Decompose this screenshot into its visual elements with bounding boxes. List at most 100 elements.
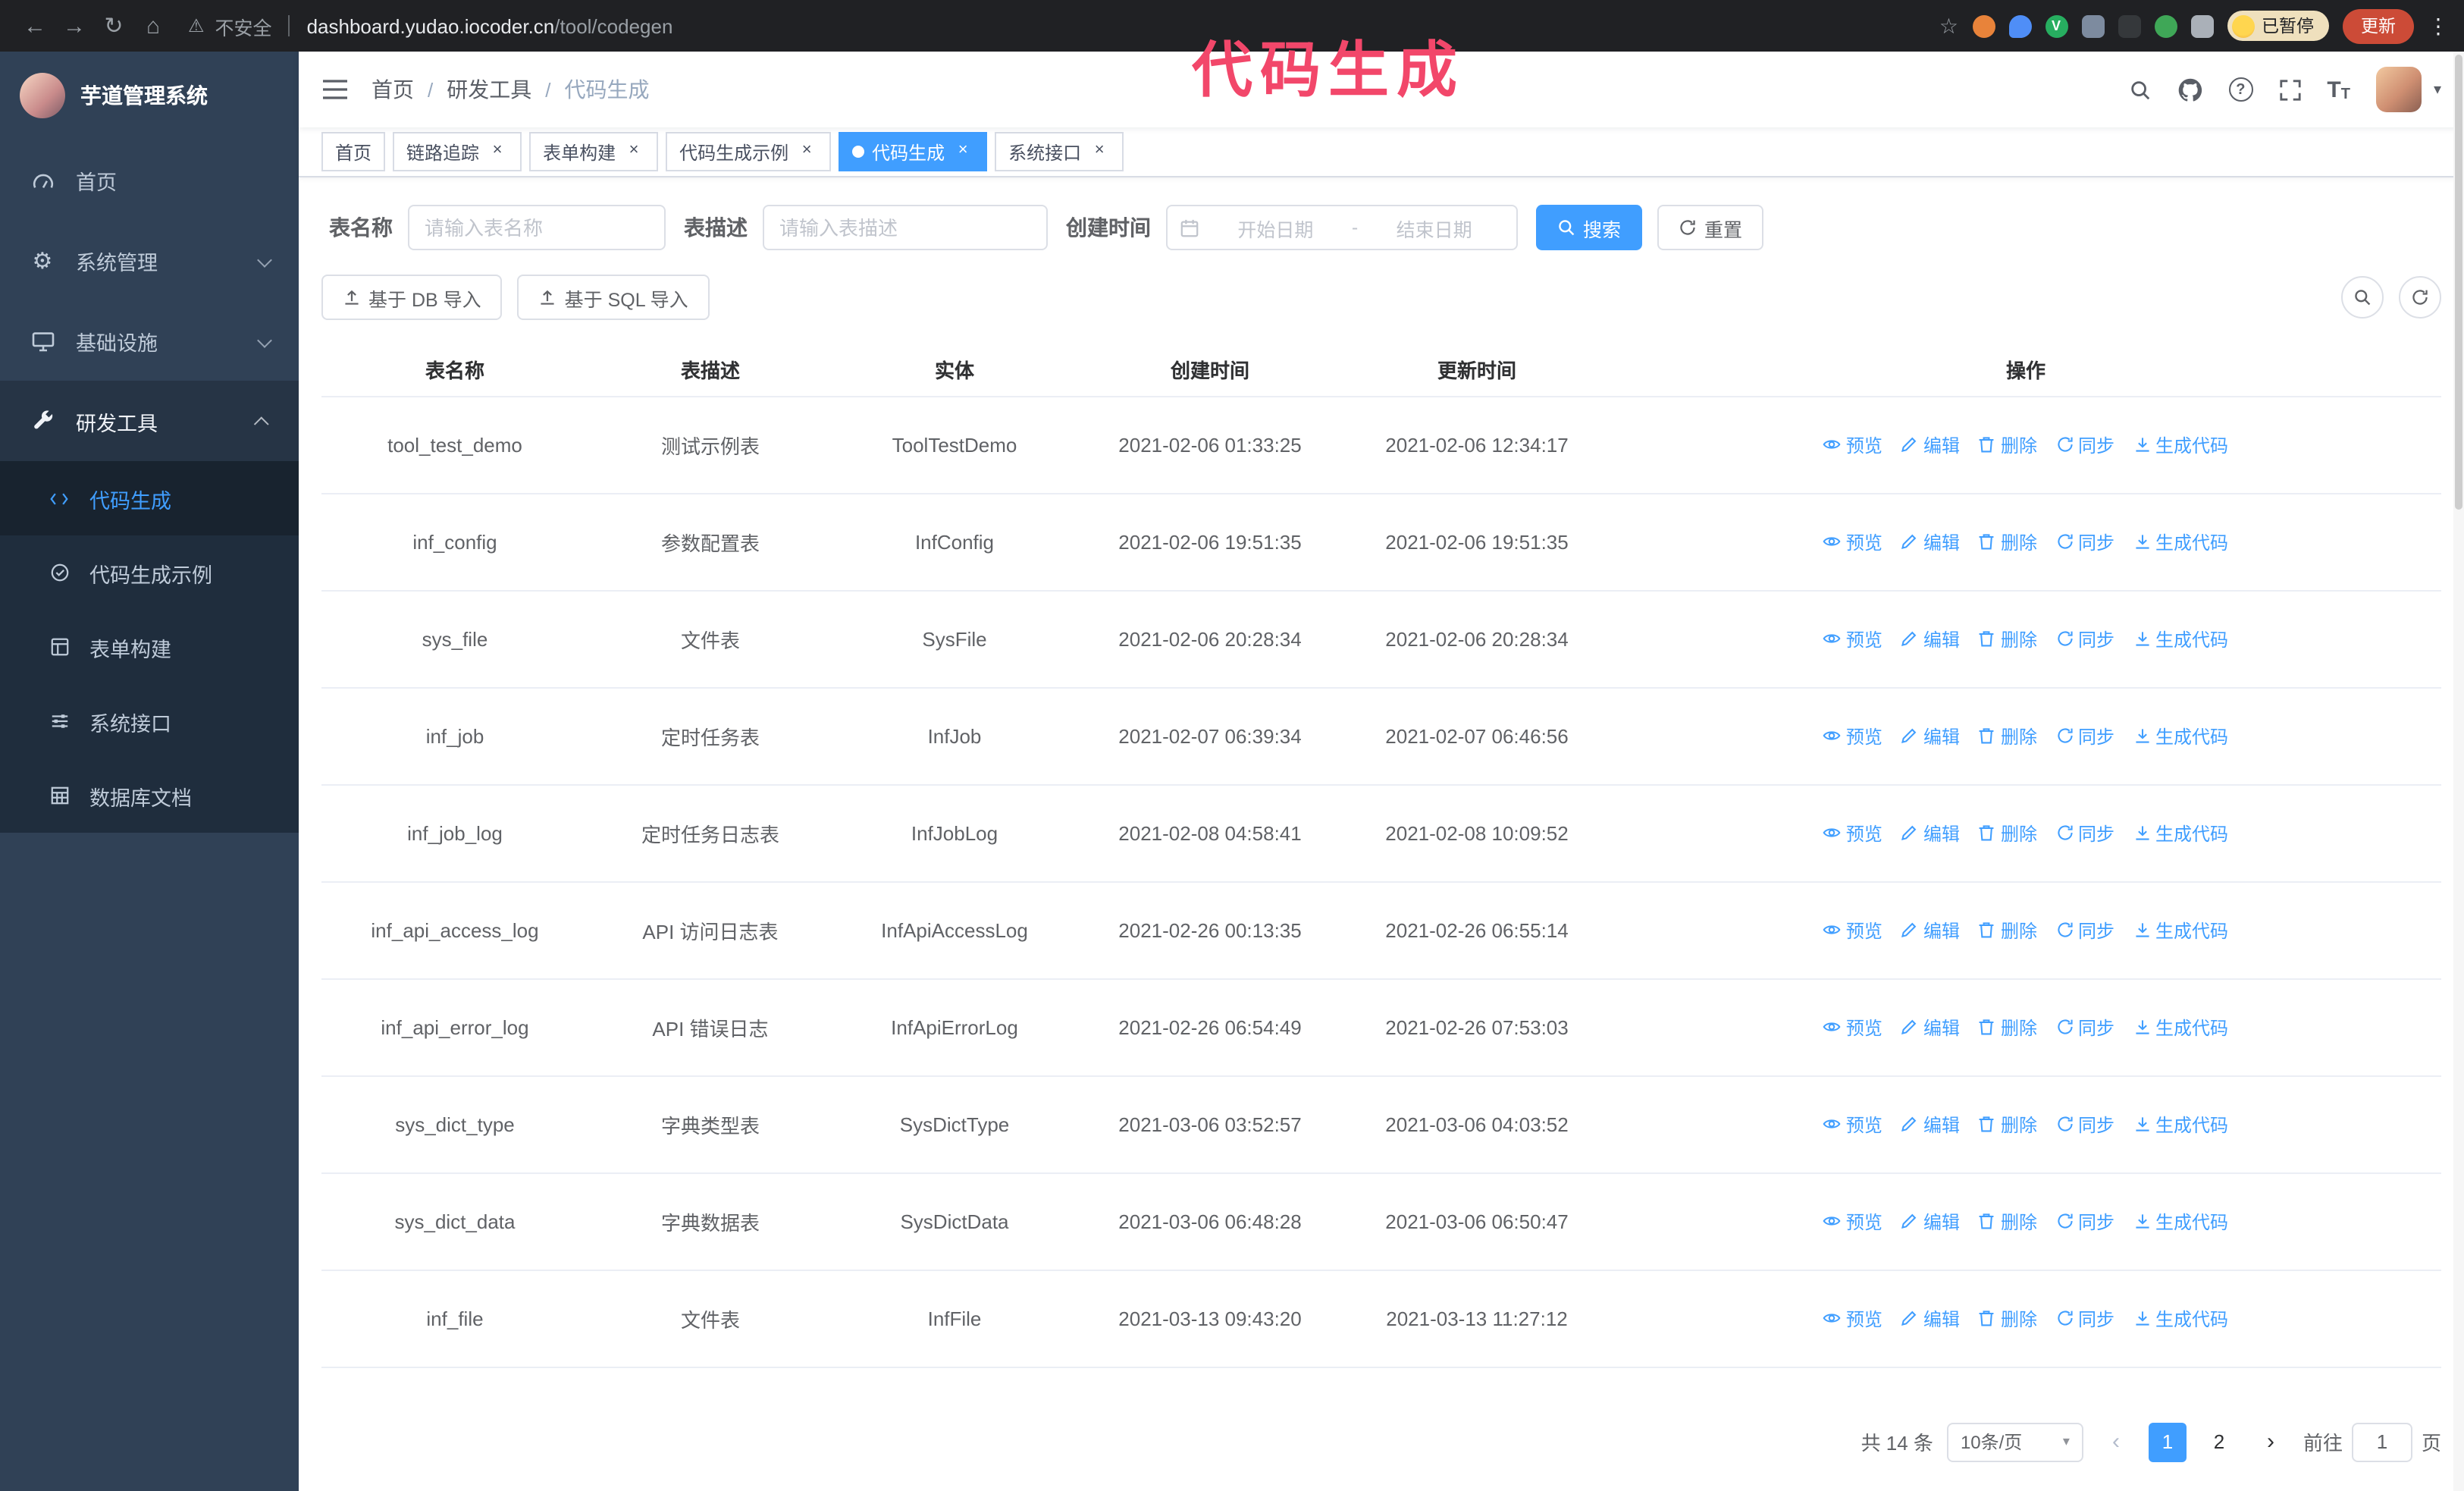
sidebar-item-system[interactable]: ⚙ 系统管理 bbox=[0, 220, 299, 300]
sidebar-item-home[interactable]: 首页 bbox=[0, 140, 299, 220]
page-button-2[interactable]: 2 bbox=[2200, 1422, 2238, 1461]
next-page-button[interactable]: › bbox=[2252, 1422, 2290, 1461]
kebab-menu-icon[interactable]: ⋮ bbox=[2428, 13, 2449, 39]
prev-page-button[interactable]: ‹ bbox=[2097, 1422, 2135, 1461]
generate-code-link[interactable]: 生成代码 bbox=[2133, 917, 2228, 943]
edit-link[interactable]: 编辑 bbox=[1901, 1111, 1960, 1137]
delete-link[interactable]: 删除 bbox=[1978, 1014, 2037, 1040]
toggle-search-button[interactable] bbox=[2341, 276, 2384, 319]
preview-link[interactable]: 预览 bbox=[1823, 820, 1882, 846]
font-size-icon[interactable]: TT bbox=[2327, 77, 2350, 102]
generate-code-link[interactable]: 生成代码 bbox=[2133, 432, 2228, 457]
sync-link[interactable]: 同步 bbox=[2055, 1208, 2114, 1234]
help-icon[interactable]: ? bbox=[2228, 77, 2253, 102]
delete-link[interactable]: 删除 bbox=[1978, 1305, 2037, 1331]
sidebar-item-form-builder[interactable]: 表单构建 bbox=[0, 610, 299, 684]
delete-link[interactable]: 删除 bbox=[1978, 1111, 2037, 1137]
avatar[interactable] bbox=[2375, 67, 2422, 112]
breadcrumb-home[interactable]: 首页 bbox=[371, 74, 414, 105]
sidebar-item-infra[interactable]: 基础设施 bbox=[0, 300, 299, 381]
delete-link[interactable]: 删除 bbox=[1978, 917, 2037, 943]
sidebar-item-api[interactable]: 系统接口 bbox=[0, 684, 299, 758]
generate-code-link[interactable]: 生成代码 bbox=[2133, 529, 2228, 554]
sync-link[interactable]: 同步 bbox=[2055, 1014, 2114, 1040]
delete-link[interactable]: 删除 bbox=[1978, 820, 2037, 846]
close-icon[interactable]: × bbox=[623, 141, 644, 162]
delete-link[interactable]: 删除 bbox=[1978, 723, 2037, 749]
edit-link[interactable]: 编辑 bbox=[1901, 917, 1960, 943]
sidebar-item-codegen[interactable]: 代码生成 bbox=[0, 461, 299, 535]
generate-code-link[interactable]: 生成代码 bbox=[2133, 1111, 2228, 1137]
delete-link[interactable]: 删除 bbox=[1978, 626, 2037, 651]
github-icon[interactable] bbox=[2177, 77, 2202, 102]
preview-link[interactable]: 预览 bbox=[1823, 432, 1882, 457]
extension-icon[interactable] bbox=[2081, 14, 2104, 37]
search-icon[interactable] bbox=[2128, 78, 2151, 101]
edit-link[interactable]: 编辑 bbox=[1901, 1014, 1960, 1040]
fullscreen-icon[interactable] bbox=[2278, 78, 2301, 101]
delete-link[interactable]: 删除 bbox=[1978, 529, 2037, 554]
bookmark-star-icon[interactable]: ☆ bbox=[1939, 13, 1958, 39]
sync-link[interactable]: 同步 bbox=[2055, 723, 2114, 749]
extension-icon[interactable] bbox=[2118, 14, 2140, 37]
tab-tracing[interactable]: 链路追踪 × bbox=[393, 132, 522, 171]
refresh-table-button[interactable] bbox=[2399, 276, 2441, 319]
sync-link[interactable]: 同步 bbox=[2055, 1305, 2114, 1331]
tab-home[interactable]: 首页 bbox=[321, 132, 386, 171]
edit-link[interactable]: 编辑 bbox=[1901, 1208, 1960, 1234]
address-bar[interactable]: ⚠ 不安全 dashboard.yudao.iocoder.cn/tool/co… bbox=[188, 11, 1939, 40]
sync-link[interactable]: 同步 bbox=[2055, 917, 2114, 943]
close-icon[interactable]: × bbox=[796, 141, 817, 162]
page-size-select[interactable]: 10条/页 ▾ bbox=[1946, 1422, 2083, 1461]
generate-code-link[interactable]: 生成代码 bbox=[2133, 1305, 2228, 1331]
generate-code-link[interactable]: 生成代码 bbox=[2133, 1014, 2228, 1040]
sync-link[interactable]: 同步 bbox=[2055, 1111, 2114, 1137]
scrollbar-thumb[interactable] bbox=[2455, 55, 2462, 510]
close-icon[interactable]: × bbox=[952, 141, 973, 162]
edit-link[interactable]: 编辑 bbox=[1901, 626, 1960, 651]
puzzle-extensions-icon[interactable] bbox=[2190, 14, 2213, 37]
extension-icon[interactable] bbox=[2154, 14, 2177, 37]
table-desc-input[interactable] bbox=[763, 205, 1048, 250]
update-button[interactable]: 更新 bbox=[2343, 8, 2414, 43]
profile-chip[interactable]: 已暂停 bbox=[2227, 11, 2329, 41]
page-button-1[interactable]: 1 bbox=[2148, 1422, 2187, 1461]
preview-link[interactable]: 预览 bbox=[1823, 1208, 1882, 1234]
import-sql-button[interactable]: 基于 SQL 导入 bbox=[517, 275, 710, 320]
preview-link[interactable]: 预览 bbox=[1823, 626, 1882, 651]
scrollbar[interactable] bbox=[2453, 52, 2464, 1491]
create-time-range-picker[interactable]: 开始日期 - 结束日期 bbox=[1166, 205, 1518, 250]
caret-down-icon[interactable]: ▾ bbox=[2434, 81, 2441, 98]
hamburger-icon[interactable] bbox=[321, 77, 349, 102]
tab-codegen[interactable]: 代码生成 × bbox=[839, 132, 988, 171]
sync-link[interactable]: 同步 bbox=[2055, 820, 2114, 846]
delete-link[interactable]: 删除 bbox=[1978, 1208, 2037, 1234]
tab-api[interactable]: 系统接口 × bbox=[995, 132, 1124, 171]
reset-button[interactable]: 重置 bbox=[1657, 205, 1764, 250]
extension-icon[interactable] bbox=[2008, 14, 2031, 37]
edit-link[interactable]: 编辑 bbox=[1901, 820, 1960, 846]
table-name-input[interactable] bbox=[408, 205, 666, 250]
generate-code-link[interactable]: 生成代码 bbox=[2133, 1208, 2228, 1234]
preview-link[interactable]: 预览 bbox=[1823, 1014, 1882, 1040]
preview-link[interactable]: 预览 bbox=[1823, 1305, 1882, 1331]
generate-code-link[interactable]: 生成代码 bbox=[2133, 626, 2228, 651]
sidebar-item-db-doc[interactable]: 数据库文档 bbox=[0, 758, 299, 833]
extension-icon[interactable] bbox=[1972, 14, 1995, 37]
sidebar-item-devtools[interactable]: 研发工具 bbox=[0, 381, 299, 461]
edit-link[interactable]: 编辑 bbox=[1901, 432, 1960, 457]
home-icon[interactable]: ⌂ bbox=[133, 6, 173, 46]
reload-icon[interactable]: ↻ bbox=[94, 6, 133, 46]
back-icon[interactable]: ← bbox=[15, 6, 55, 46]
sync-link[interactable]: 同步 bbox=[2055, 529, 2114, 554]
sidebar-item-codegen-example[interactable]: 代码生成示例 bbox=[0, 535, 299, 610]
edit-link[interactable]: 编辑 bbox=[1901, 723, 1960, 749]
preview-link[interactable]: 预览 bbox=[1823, 723, 1882, 749]
preview-link[interactable]: 预览 bbox=[1823, 917, 1882, 943]
forward-icon[interactable]: → bbox=[55, 6, 94, 46]
sync-link[interactable]: 同步 bbox=[2055, 626, 2114, 651]
breadcrumb-devtools[interactable]: 研发工具 bbox=[447, 74, 531, 105]
preview-link[interactable]: 预览 bbox=[1823, 1111, 1882, 1137]
preview-link[interactable]: 预览 bbox=[1823, 529, 1882, 554]
generate-code-link[interactable]: 生成代码 bbox=[2133, 723, 2228, 749]
